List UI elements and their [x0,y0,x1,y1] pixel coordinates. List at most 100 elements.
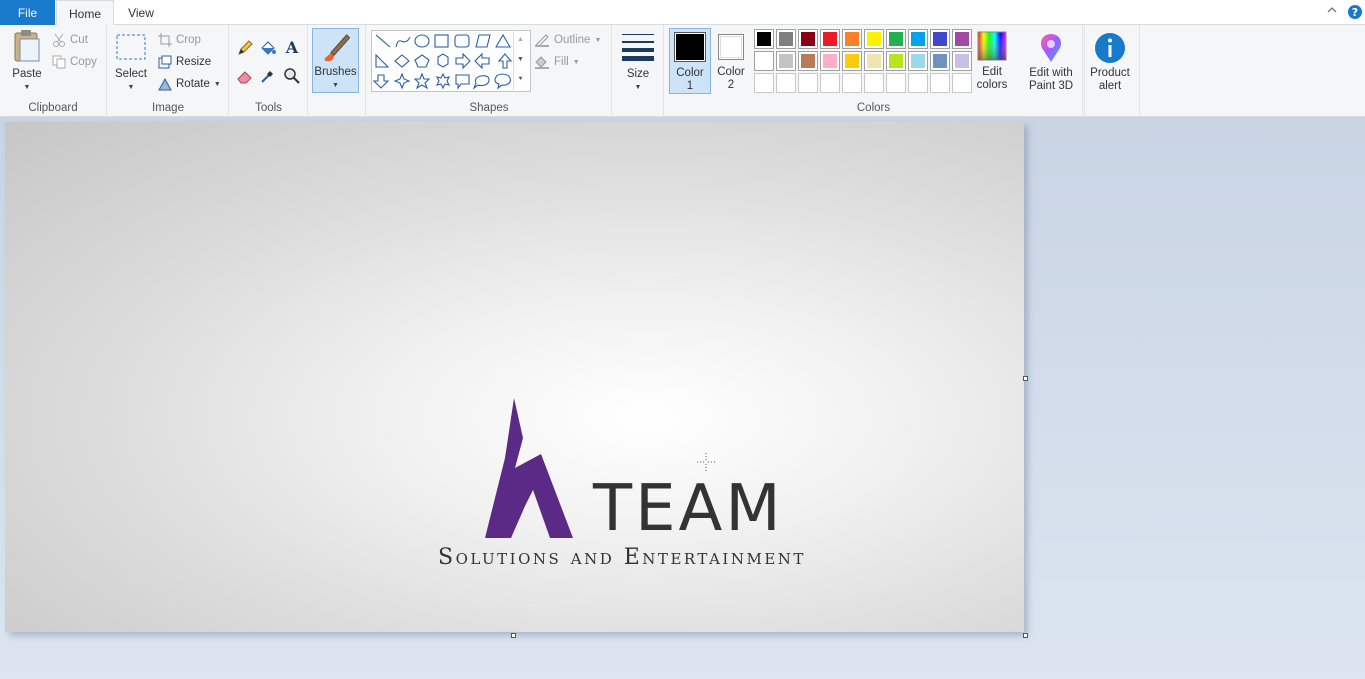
color2-button[interactable]: Color 2 [714,28,748,92]
svg-text:A: A [285,38,299,56]
logo-tagline: Solutions and Entertainment [438,545,806,570]
shapes-gallery-scroll[interactable]: ▲ ▼ ⯆ [513,30,527,92]
palette-swatch[interactable] [930,51,950,71]
palette-swatch[interactable] [908,29,928,49]
info-icon [1095,33,1125,63]
paste-dropdown-icon[interactable]: ▼ [24,81,31,94]
tab-view[interactable]: View [115,0,167,26]
brushes-dropdown-icon[interactable]: ▼ [332,79,339,92]
color2-label-line2: 2 [727,79,735,91]
brushes-button[interactable]: Brushes ▼ [312,28,359,93]
palette-swatch[interactable] [952,29,972,49]
eraser-icon[interactable] [236,67,254,85]
shapes-expand-icon[interactable]: ⯆ [514,70,527,90]
palette-swatch[interactable] [930,29,950,49]
rotate-button[interactable]: Rotate ▼ [158,77,221,91]
group-divider [1139,25,1140,117]
group-divider [1084,25,1085,117]
paste-button[interactable]: Paste ▼ [8,29,46,94]
palette-swatch[interactable] [776,29,796,49]
palette-swatch[interactable] [820,51,840,71]
text-tool-icon[interactable]: A [283,38,301,56]
clipboard-group-label: Clipboard [28,102,78,114]
shapes-gallery [371,30,531,92]
custom-color-slot[interactable] [776,73,796,93]
palette-swatch[interactable] [842,29,862,49]
copy-button[interactable]: Copy [52,55,97,69]
canvas-resize-handle-right[interactable] [1023,376,1028,381]
tools-group: A Tools [230,25,308,117]
scissors-icon [53,33,65,47]
palette-swatch[interactable] [798,29,818,49]
rotate-label: Rotate [176,78,210,90]
custom-color-slot[interactable] [842,73,862,93]
tab-file[interactable]: File [0,0,55,25]
product-alert-label-line1: Product [1090,67,1130,79]
palette-swatch[interactable] [754,51,774,71]
paint3d-label-line1: Edit with [1029,67,1073,79]
help-icon[interactable]: ? [1347,4,1363,23]
custom-color-slot[interactable] [864,73,884,93]
palette-swatch[interactable] [754,29,774,49]
custom-color-slot[interactable] [952,73,972,93]
custom-color-slot[interactable] [930,73,950,93]
palette-swatch[interactable] [864,29,884,49]
crop-label: Crop [176,34,201,46]
paste-label: Paste [12,68,42,80]
resize-button[interactable]: Resize [158,55,211,69]
size-dropdown-icon[interactable]: ▼ [635,81,642,94]
pencil-icon[interactable] [236,39,254,57]
cut-button[interactable]: Cut [52,33,88,47]
canvas-resize-handle-bottom[interactable] [511,633,516,638]
palette-swatch[interactable] [820,29,840,49]
outline-button[interactable]: Outline ▼ [534,33,601,47]
palette-swatch[interactable] [886,51,906,71]
select-dropdown-icon[interactable]: ▼ [128,81,135,94]
drawing-canvas[interactable]: TEAM Solutions and Entertainment [5,122,1024,632]
palette-swatch[interactable] [842,51,862,71]
custom-color-slot[interactable] [908,73,928,93]
product-alert-button[interactable]: Product alert [1086,32,1134,93]
ribbon: Paste ▼ Cut Copy Clipboard Select ▼ Crop… [0,25,1365,117]
canvas-resize-handle-corner[interactable] [1023,633,1028,638]
custom-color-slot[interactable] [886,73,906,93]
custom-color-slot[interactable] [820,73,840,93]
shapes-group: ▲ ▼ ⯆ Outline ▼ Fill ▼ Shapes [367,25,612,117]
color1-button[interactable]: Color 1 [669,28,711,94]
palette-swatch[interactable] [886,29,906,49]
custom-color-slot[interactable] [754,73,774,93]
shapes-scroll-down-icon[interactable]: ▼ [514,50,527,70]
edit-colors-label-line1: Edit [982,66,1002,78]
clipboard-group: Paste ▼ Cut Copy Clipboard [0,25,107,117]
palette-swatch[interactable] [798,51,818,71]
fill-button[interactable]: Fill ▼ [534,55,580,69]
fill-dropdown-icon[interactable]: ▼ [573,59,580,66]
colors-group-label: Colors [856,102,891,114]
crop-button[interactable]: Crop [158,33,201,47]
outline-dropdown-icon[interactable]: ▼ [594,37,601,44]
fill-bucket-icon[interactable] [259,39,277,57]
select-rectangle-icon [116,34,146,60]
svg-text:?: ? [1352,6,1358,19]
shapes-gallery-icons [372,33,513,90]
palette-swatch[interactable] [864,51,884,71]
size-button[interactable]: Size ▼ [618,29,658,94]
edit-colors-button[interactable]: Edit colors [973,28,1011,92]
rotate-dropdown-icon[interactable]: ▼ [214,81,221,88]
edit-with-paint3d-button[interactable]: Edit with Paint 3D [1024,32,1078,93]
select-label: Select [115,68,147,80]
shapes-group-label: Shapes [469,102,509,114]
line-size-icon [622,34,654,61]
custom-color-slot[interactable] [798,73,818,93]
palette-swatch[interactable] [952,51,972,71]
shapes-scroll-up-icon[interactable]: ▲ [514,30,527,50]
select-button[interactable]: Select ▼ [112,29,150,94]
fill-icon [535,56,549,69]
color2-label-line1: Color [717,66,745,78]
palette-swatch[interactable] [908,51,928,71]
palette-swatch[interactable] [776,51,796,71]
magnifier-icon[interactable] [283,67,301,85]
collapse-ribbon-icon[interactable] [1326,4,1338,19]
tab-home[interactable]: Home [56,0,114,26]
color-picker-icon[interactable] [259,67,277,85]
